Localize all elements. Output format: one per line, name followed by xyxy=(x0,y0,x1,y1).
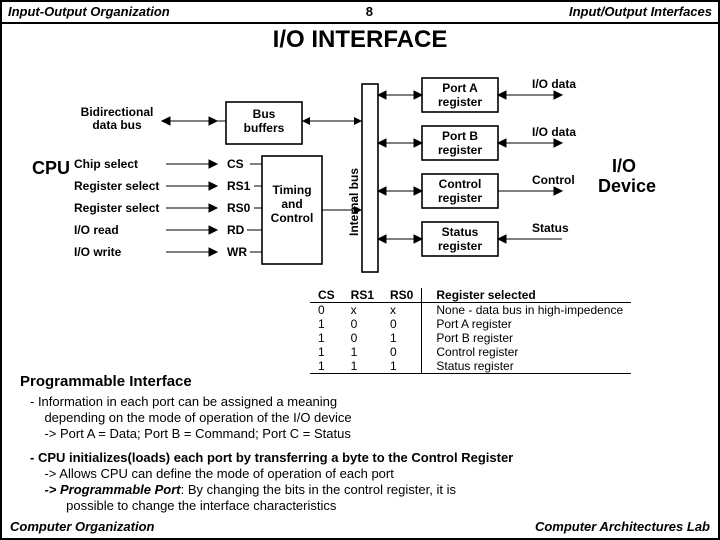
pin-wr: WR xyxy=(227,245,247,259)
page-number: 8 xyxy=(366,4,373,19)
pin-rs1: RS1 xyxy=(227,179,251,193)
pin-rd: RD xyxy=(227,223,245,237)
sig-wr: I/O write xyxy=(74,245,122,259)
internal-bus: Internal bus xyxy=(347,168,361,236)
svg-text:Timing: Timing xyxy=(272,183,311,197)
footer-left: Computer Organization xyxy=(10,519,154,534)
header-right: Input/Output Interfaces xyxy=(569,4,712,19)
header-bar: Input-Output Organization 8 Input/Output… xyxy=(8,4,712,19)
sig-rs1: Register select xyxy=(74,179,159,193)
svg-text:register: register xyxy=(438,95,482,109)
svg-text:register: register xyxy=(438,191,482,205)
slide: Input-Output Organization 8 Input/Output… xyxy=(0,0,720,540)
slide-title: I/O INTERFACE xyxy=(2,26,718,54)
register-select-table: CSRS1RS0 Register selected 0xxNone - dat… xyxy=(310,288,631,374)
sig-rd: I/O read xyxy=(74,223,119,237)
cpu-label: CPU xyxy=(32,158,70,178)
svg-text:Control: Control xyxy=(532,173,575,187)
svg-text:Port A: Port A xyxy=(442,81,478,95)
svg-text:Port B: Port B xyxy=(442,129,478,143)
svg-text:Status: Status xyxy=(532,221,569,235)
body-text: Programmable Interface - Information in … xyxy=(20,374,700,522)
sig-rs0: Register select xyxy=(74,201,159,215)
footer-right: Computer Architectures Lab xyxy=(535,519,710,534)
header-rule xyxy=(2,22,718,24)
io-device-2: Device xyxy=(598,176,656,196)
svg-text:Control: Control xyxy=(271,211,314,225)
footer-bar: Computer Organization Computer Architect… xyxy=(10,519,710,534)
svg-text:I/O data: I/O data xyxy=(532,77,576,91)
pin-rs0: RS0 xyxy=(227,201,251,215)
svg-text:Status: Status xyxy=(442,225,479,239)
svg-text:register: register xyxy=(438,143,482,157)
bidir-1: Bidirectional xyxy=(81,105,154,119)
svg-text:Control: Control xyxy=(439,177,482,191)
bidir-2: data bus xyxy=(92,118,142,132)
buffers-label: buffers xyxy=(244,121,285,135)
diagram: CPU Bidirectional data bus Chip select R… xyxy=(2,56,720,296)
io-device-1: I/O xyxy=(612,156,636,176)
header-left: Input-Output Organization xyxy=(8,4,170,19)
section-heading: Programmable Interface xyxy=(20,374,700,390)
svg-text:register: register xyxy=(438,239,482,253)
svg-text:and: and xyxy=(281,197,302,211)
svg-text:I/O data: I/O data xyxy=(532,125,576,139)
sig-cs: Chip select xyxy=(74,157,138,171)
pin-cs: CS xyxy=(227,157,244,171)
bus-label: Bus xyxy=(253,107,276,121)
